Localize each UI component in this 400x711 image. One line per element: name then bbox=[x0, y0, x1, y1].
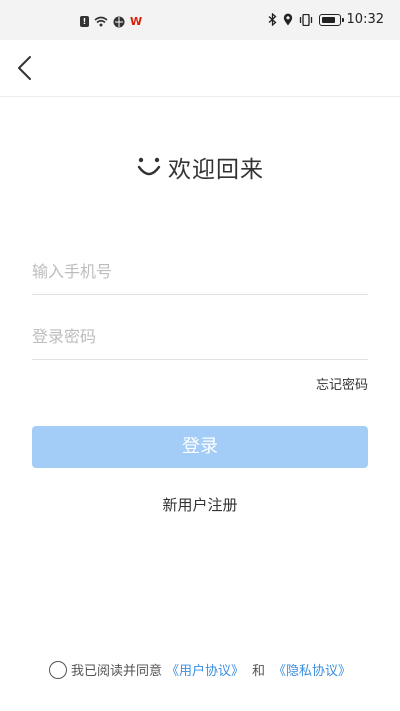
register-link[interactable]: 新用户注册 bbox=[0, 494, 400, 515]
notification-badge-icon: ! bbox=[80, 16, 89, 27]
privacy-policy-link[interactable]: 《隐私协议》 bbox=[273, 660, 351, 679]
status-bar: ! W 10:32 bbox=[0, 0, 400, 40]
password-input[interactable] bbox=[32, 313, 368, 359]
user-agreement-link[interactable]: 《用户协议》 bbox=[166, 660, 244, 679]
password-field-container bbox=[32, 313, 368, 360]
page-title: 欢迎回来 bbox=[168, 157, 264, 183]
status-right-icons: 10:32 bbox=[268, 12, 384, 27]
globe-icon bbox=[113, 16, 125, 27]
chevron-left-icon bbox=[18, 56, 31, 80]
forgot-password-link[interactable]: 忘记密码 bbox=[316, 374, 368, 393]
status-left-icons: ! W bbox=[80, 15, 142, 28]
agreement-prefix: 我已阅读并同意 bbox=[70, 664, 162, 679]
back-button[interactable] bbox=[10, 50, 40, 86]
agreement-row: 我已阅读并同意 《用户协议》 和 《隐私协议》 bbox=[0, 660, 400, 679]
login-button[interactable]: 登录 bbox=[32, 426, 368, 468]
status-time: 10:32 bbox=[346, 12, 384, 27]
wifi-signal-icon bbox=[94, 16, 108, 27]
nav-bar bbox=[0, 40, 400, 97]
agreement-and: 和 bbox=[252, 664, 266, 679]
phone-input[interactable] bbox=[32, 248, 368, 294]
vibrate-icon bbox=[299, 13, 312, 26]
location-icon bbox=[283, 13, 292, 26]
welcome-header: 欢迎回来 bbox=[0, 150, 400, 184]
bluetooth-icon bbox=[268, 13, 277, 26]
wps-icon: W bbox=[130, 15, 143, 28]
phone-field-container bbox=[32, 248, 368, 295]
agreement-radio[interactable] bbox=[48, 660, 67, 679]
battery-icon bbox=[318, 13, 344, 26]
smile-icon bbox=[137, 157, 161, 176]
